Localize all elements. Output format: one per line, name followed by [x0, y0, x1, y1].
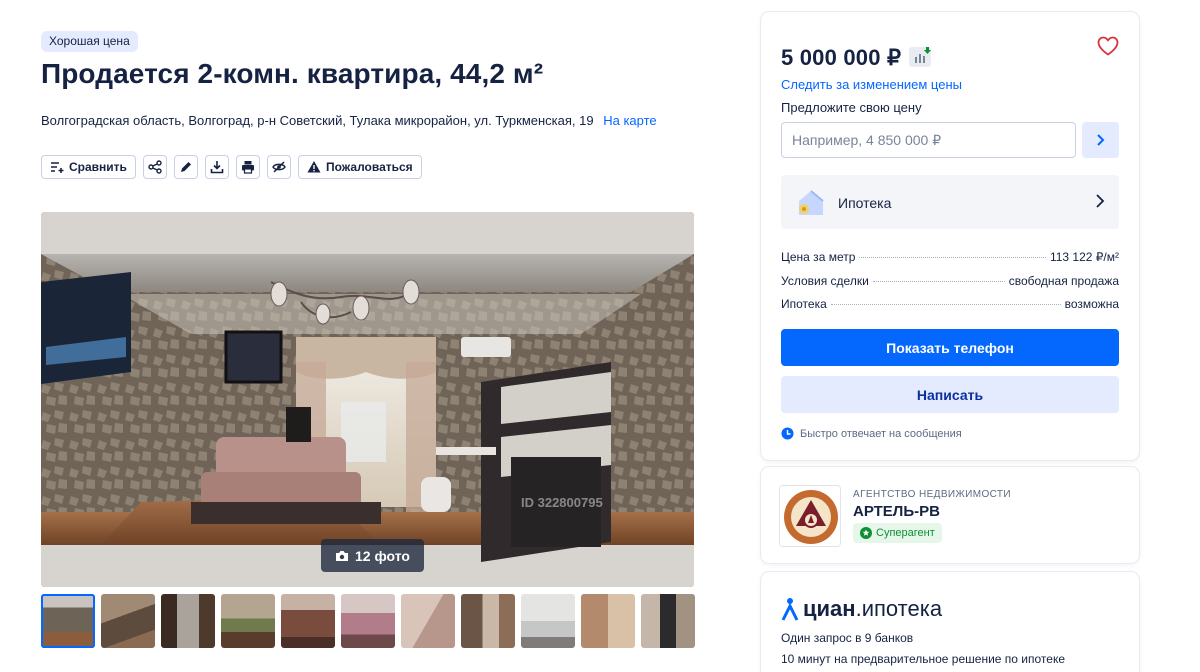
offer-submit-button[interactable] [1082, 122, 1119, 158]
thumbnail[interactable] [641, 594, 695, 648]
page-title: Продается 2-комн. квартира, 44,2 м² [41, 58, 544, 89]
thumbnail[interactable] [581, 594, 635, 648]
room-photo: ID 322800795 [41, 212, 694, 587]
chevron-right-icon [1096, 194, 1105, 208]
agency-type: АГЕНТСТВО НЕДВИЖИМОСТИ [853, 489, 1012, 500]
thumbnail[interactable] [401, 594, 455, 648]
ipoteka-line-1: Один запрос в 9 банков [781, 631, 914, 645]
agency-logo [779, 485, 841, 547]
download-icon [210, 161, 224, 174]
report-label: Пожаловаться [325, 160, 413, 174]
ipoteka-card[interactable]: циан.ипотека Один запрос в 9 банков 10 м… [761, 572, 1139, 672]
thumbnail[interactable] [101, 594, 155, 648]
thumbnail[interactable] [281, 594, 335, 648]
compare-button[interactable]: Сравнить [41, 155, 136, 179]
main-photo[interactable]: ID 322800795 12 фото [41, 212, 694, 587]
thumbnail[interactable] [341, 594, 395, 648]
cian-logo-icon [781, 598, 799, 621]
show-phone-button[interactable]: Показать телефон [781, 329, 1119, 366]
thumbnail[interactable] [41, 594, 95, 648]
agency-seal-icon [780, 486, 840, 546]
price: 5 000 000 ₽ [781, 45, 902, 70]
ipoteka-line-2: 10 минут на предварительное решение по и… [781, 652, 1065, 666]
photo-count-label: 12 фото [355, 547, 410, 564]
price-history-button[interactable] [909, 46, 931, 67]
thumbnail[interactable] [521, 594, 575, 648]
watch-price-link[interactable]: Следить за изменением цены [781, 77, 962, 92]
logo-rest: .ипотека [855, 596, 943, 621]
thumbnail[interactable] [461, 594, 515, 648]
fact-label: Условия сделки [781, 273, 869, 288]
house-icon [799, 190, 824, 215]
address-text: Волгоградская область, Волгоград, р-н Со… [41, 113, 594, 128]
mortgage-row[interactable]: Ипотека [781, 175, 1119, 229]
photo-watermark: ID 322800795 [521, 495, 603, 510]
fact-value: свободная продажа [1008, 273, 1119, 288]
thumbnail-strip [41, 594, 695, 648]
thumbnail[interactable] [221, 594, 275, 648]
superagent-badge: Суперагент [853, 523, 942, 543]
share-button[interactable] [142, 155, 167, 179]
price-card: 5 000 000 ₽ Следить за изменением цены П… [761, 12, 1139, 460]
fact-row: Условия сделки свободная продажа [781, 274, 1119, 298]
good-price-badge: Хорошая цена [41, 31, 138, 52]
fact-label: Ипотека [781, 297, 827, 311]
map-link[interactable]: На карте [603, 113, 656, 128]
hide-icon [272, 161, 286, 173]
edit-icon [180, 162, 191, 172]
photo-count-button[interactable]: 12 фото [321, 539, 424, 572]
warning-icon [307, 161, 321, 173]
fact-value: 113 122 ₽/м² [1049, 250, 1119, 264]
clock-icon [781, 427, 794, 440]
download-button[interactable] [204, 155, 229, 179]
superagent-label: Суперагент [876, 527, 935, 539]
agency-card[interactable]: АГЕНТСТВО НЕДВИЖИМОСТИ АРТЕЛЬ-РВ Супераг… [761, 467, 1139, 563]
heart-icon[interactable] [1097, 36, 1119, 56]
compare-label: Сравнить [69, 160, 127, 174]
chevron-right-icon [1096, 134, 1104, 146]
agency-name[interactable]: АРТЕЛЬ-РВ [853, 503, 940, 520]
share-icon [148, 160, 162, 174]
price-facts: Цена за метр 113 122 ₽/м² Условия сделки с… [781, 250, 1119, 321]
mortgage-label: Ипотека [838, 195, 892, 211]
cian-ipoteka-logo: циан.ипотека [781, 596, 942, 622]
fact-value: возможна [1064, 297, 1119, 311]
reply-note: Быстро отвечает на сообщения [781, 427, 962, 440]
thumbnail[interactable] [161, 594, 215, 648]
fact-row: Цена за метр 113 122 ₽/м² [781, 250, 1119, 274]
address: Волгоградская область, Волгоград, р-н Со… [41, 113, 657, 128]
logo-bold: циан [803, 596, 856, 621]
fact-row: Ипотека возможна [781, 297, 1119, 321]
offer-label: Предложите свою цену [781, 100, 922, 115]
edit-button[interactable] [173, 155, 198, 179]
write-button[interactable]: Написать [781, 376, 1119, 413]
offer-price-input[interactable] [781, 122, 1076, 158]
camera-icon [336, 550, 348, 561]
report-button[interactable]: Пожаловаться [297, 155, 422, 179]
compare-icon [51, 162, 64, 173]
toolbar: Сравнить Пожаловаться [41, 155, 422, 179]
star-badge-icon [860, 527, 872, 539]
hide-button[interactable] [266, 155, 291, 179]
reply-note-text: Быстро отвечает на сообщения [800, 427, 962, 440]
fact-label: Цена за метр [781, 250, 856, 264]
price-chart-icon [915, 46, 931, 63]
print-icon [241, 161, 254, 174]
print-button[interactable] [235, 155, 260, 179]
